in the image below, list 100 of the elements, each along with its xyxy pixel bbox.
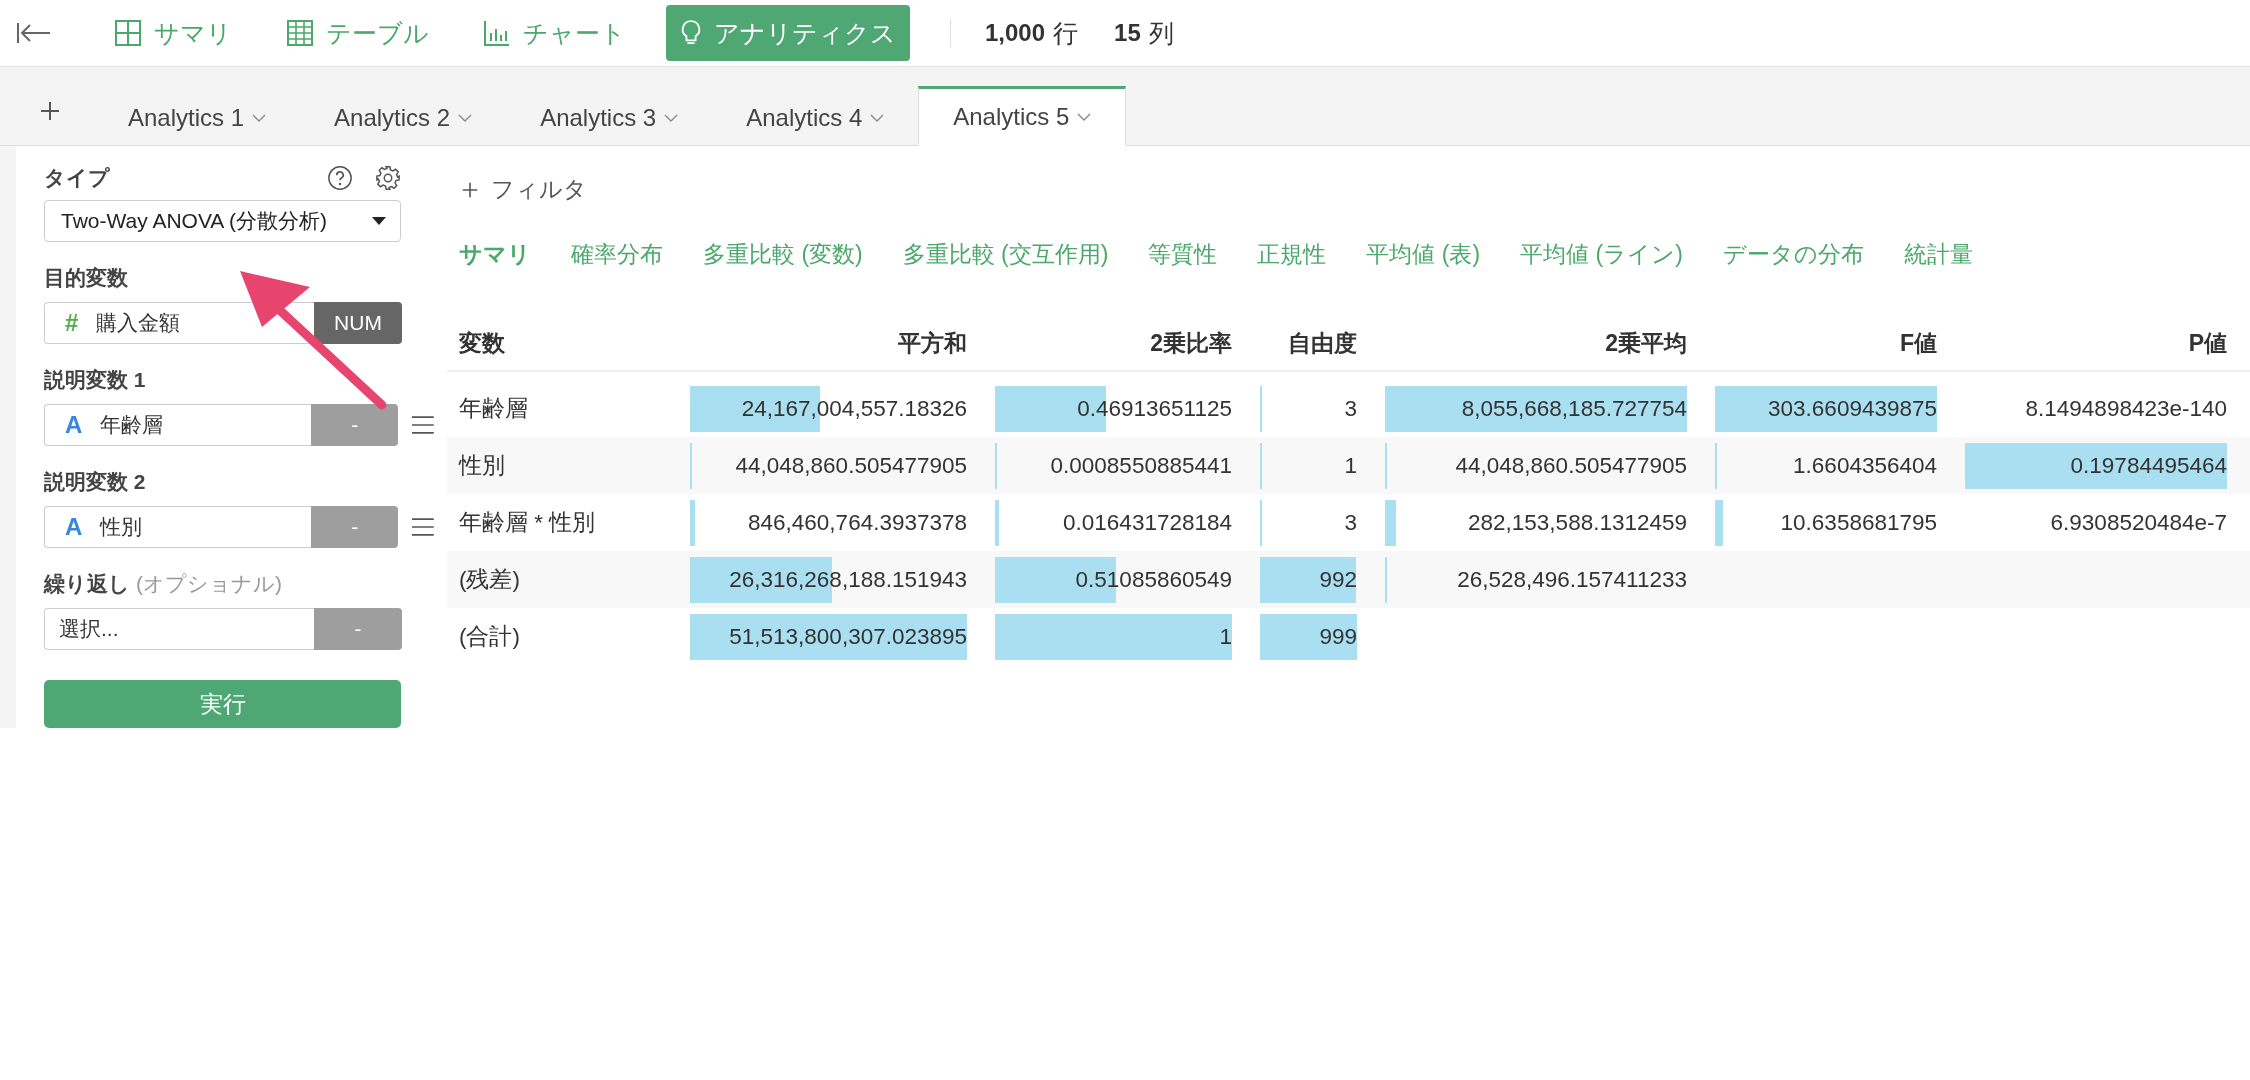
result-tab[interactable]: サマリ: [445, 235, 551, 274]
result-tab[interactable]: 確率分布: [557, 235, 683, 274]
column-header: F値: [1898, 328, 1937, 358]
chevron-down-icon: [458, 113, 473, 122]
value-bar: [1385, 499, 1396, 546]
repeat-field[interactable]: 選択...: [44, 608, 314, 650]
table-cell: 992: [1319, 566, 1357, 593]
help-icon[interactable]: [327, 165, 353, 191]
type-button[interactable]: -: [311, 506, 399, 548]
chevron-down-icon: [664, 113, 679, 122]
table-cell: 282,153,588.1312459: [1468, 509, 1687, 536]
nav-tab[interactable]: アナリティクス: [666, 5, 910, 61]
menu-icon[interactable]: [412, 416, 434, 434]
result-tab[interactable]: 平均値 (ライン): [1506, 235, 1703, 274]
nav-tab[interactable]: チャート: [469, 5, 640, 61]
table-cell-text: 年齢層: [458, 395, 529, 423]
table-cell: 6.9308520484e-7: [2050, 509, 2227, 536]
settings-icon[interactable]: [375, 165, 401, 191]
result-tab[interactable]: 等質性: [1134, 235, 1238, 274]
type-button[interactable]: -: [314, 608, 402, 650]
table-cell-text: (合計): [458, 623, 521, 651]
count-unit: 列: [1148, 17, 1174, 49]
menu-icon[interactable]: [412, 518, 434, 536]
table-cell: 1: [1219, 623, 1232, 650]
type-symbol: A: [65, 411, 83, 439]
table-cell-text: 性別: [457, 452, 506, 480]
filter-button[interactable]: フィルタ: [445, 166, 603, 213]
collapse-icon[interactable]: [16, 21, 52, 45]
add-icon[interactable]: [38, 99, 62, 123]
table-cell: 0.19784495464: [2070, 452, 2227, 479]
value-bar: [690, 499, 695, 546]
table-cell: 303.6609439875: [1768, 395, 1937, 422]
result-tab[interactable]: 多重比較 (変数): [689, 235, 883, 274]
table-cell: 44,048,860.505477905: [735, 452, 967, 479]
explanatory-label: 説明変数 1: [44, 367, 147, 393]
caret-icon: [372, 217, 386, 225]
column-header: 変数: [458, 328, 506, 358]
table-cell: 3: [1344, 509, 1357, 536]
table-cell-text: (残差): [458, 566, 521, 594]
table-cell: 8.1494898423e-140: [2025, 395, 2227, 422]
table-cell: 0.016431728184: [1063, 509, 1232, 536]
analytics-tab[interactable]: Analytics 2: [300, 86, 507, 146]
value-bar: [1715, 499, 1723, 546]
add-icon: [461, 180, 479, 199]
column-header: 2乗平均: [1604, 328, 1687, 358]
nav-tab[interactable]: サマリ: [100, 5, 246, 61]
type-dropdown[interactable]: Two-Way ANOVA (分散分析): [44, 200, 401, 242]
nav-tab[interactable]: テーブル: [272, 5, 443, 61]
column-header: 平方和: [897, 328, 967, 358]
target-variable-field[interactable]: # 購入金額: [44, 302, 314, 344]
table-icon: [286, 19, 314, 47]
type-label: タイプ: [44, 165, 110, 191]
explanatory-variable-field[interactable]: A 年齢層: [44, 404, 312, 446]
explanatory-label: 説明変数 2: [44, 469, 147, 495]
type-symbol: A: [65, 513, 83, 541]
chevron-down-icon: [1077, 113, 1092, 121]
type-symbol: #: [65, 309, 79, 337]
optional-note: (オプショナル): [136, 571, 282, 597]
count-unit: 行: [1053, 17, 1079, 49]
count-value: 15: [1114, 19, 1141, 47]
table-cell: 1.6604356404: [1793, 452, 1937, 479]
run-button[interactable]: 実行: [44, 680, 401, 728]
analytics-tab[interactable]: Analytics 5: [918, 86, 1127, 146]
table-cell: 0.46913651125: [1077, 395, 1232, 422]
table-cell: 44,048,860.505477905: [1455, 452, 1687, 479]
result-tab[interactable]: 平均値 (表): [1352, 235, 1501, 274]
table-cell: 8,055,668,185.727754: [1461, 395, 1687, 422]
column-header: P値: [2187, 328, 2227, 358]
value-bar: [995, 499, 999, 546]
table-cell-text: 年齢層 * 性別: [458, 509, 597, 537]
table-cell: 0.0008550885441: [1050, 452, 1232, 479]
target-label: 目的変数: [44, 265, 129, 291]
table-cell: 24,167,004,557.18326: [741, 395, 967, 422]
analytics-tab[interactable]: Analytics 4: [712, 86, 919, 146]
chevron-down-icon: [870, 113, 885, 122]
analytics-tab[interactable]: Analytics 3: [506, 86, 713, 146]
table-cell: 1: [1344, 452, 1357, 479]
type-badge: NUM: [314, 302, 402, 344]
repeat-label: 繰り返し: [44, 571, 130, 597]
table-cell: 26,316,268,188.151943: [729, 566, 967, 593]
type-button[interactable]: -: [311, 404, 399, 446]
table-cell: 999: [1319, 623, 1357, 650]
analytics-tab[interactable]: Analytics 1: [94, 86, 301, 146]
result-tab[interactable]: データの分布: [1708, 235, 1884, 274]
result-tab[interactable]: 正規性: [1243, 235, 1347, 274]
table-cell: 26,528,496.157411233: [1457, 566, 1687, 593]
lightbulb-icon: [680, 19, 702, 47]
explanatory-variable-field[interactable]: A 性別: [44, 506, 312, 548]
table-cell: 3: [1344, 395, 1357, 422]
column-header: 自由度: [1287, 328, 1357, 358]
column-header: 2乗比率: [1149, 328, 1232, 358]
result-tab[interactable]: 統計量: [1889, 235, 1993, 274]
table-cell: 10.6358681795: [1780, 509, 1937, 536]
table-cell: 846,460,764.3937378: [748, 509, 967, 536]
grid-icon: [114, 19, 142, 47]
chevron-down-icon: [252, 113, 267, 122]
table-cell: 51,513,800,307.023895: [729, 623, 967, 650]
result-tab[interactable]: 多重比較 (交互作用): [888, 235, 1129, 274]
bar-chart-icon: [483, 19, 511, 47]
table-cell: 0.51085860549: [1075, 566, 1232, 593]
